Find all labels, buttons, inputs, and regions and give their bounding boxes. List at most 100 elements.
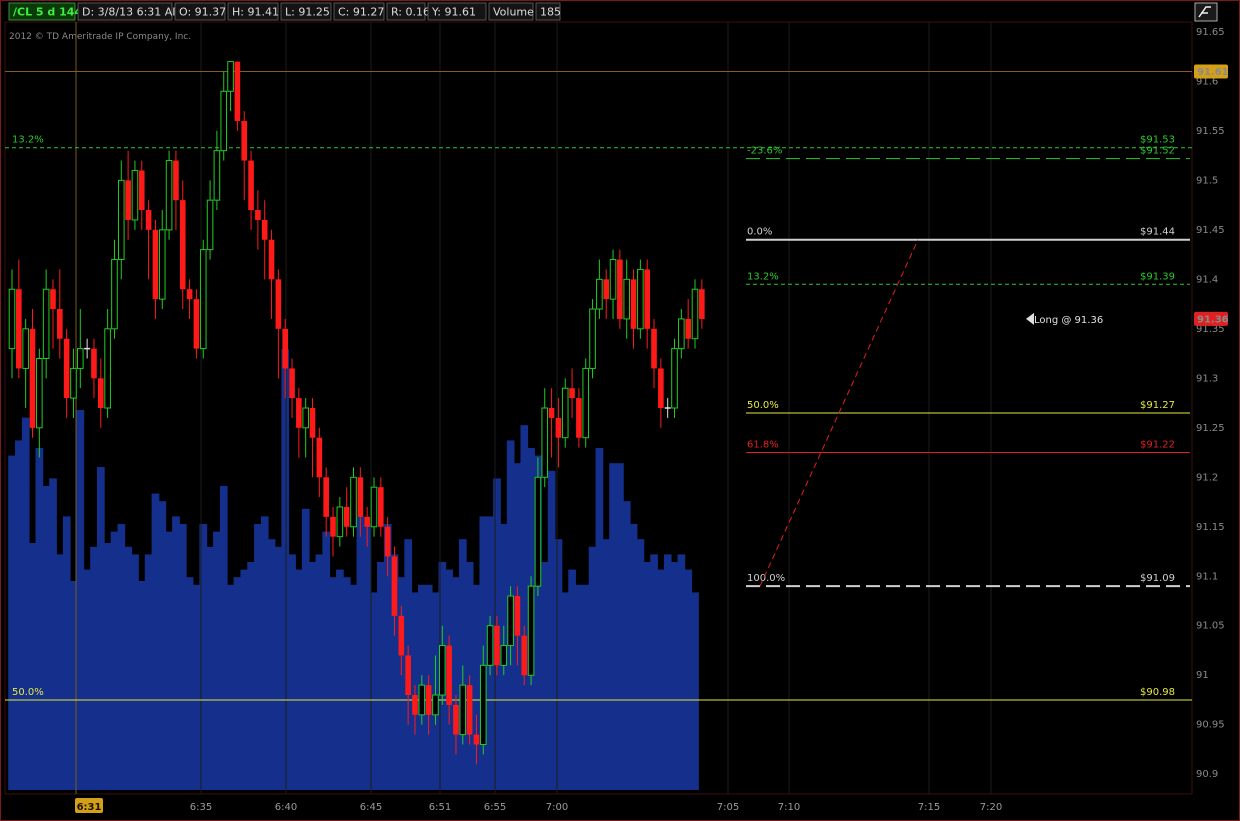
fib-percent-label: 50.0%	[12, 687, 44, 698]
volume-bar	[158, 501, 167, 790]
candle-body-down	[644, 269, 650, 329]
time-tick: 6:40	[275, 802, 297, 813]
time-tick: 7:10	[778, 802, 800, 813]
candle-body-up	[623, 278, 631, 320]
candle-body-down	[357, 477, 364, 517]
candle-body-down	[514, 596, 521, 636]
price-tick: 91.05	[1196, 621, 1225, 632]
header-field: R: 0.16	[391, 6, 430, 19]
volume-bar	[137, 581, 146, 790]
candle-body-down	[555, 417, 562, 438]
candle-body-up	[8, 288, 16, 350]
volume-bar	[117, 524, 126, 790]
candle-body-down	[364, 516, 370, 527]
volume-bar	[247, 562, 255, 790]
volume-bar	[151, 493, 160, 790]
candle-body-up	[42, 288, 50, 360]
drawing-tool-button[interactable]	[1194, 2, 1218, 22]
volume-bar	[233, 577, 242, 790]
candle-body-up	[637, 268, 644, 330]
time-tick: 7:05	[717, 802, 739, 813]
candle-body-down	[234, 61, 241, 121]
price-tick: 90.95	[1196, 720, 1225, 731]
candle-body-down	[603, 279, 610, 300]
candle-body-up	[671, 348, 678, 409]
volume-bar	[643, 562, 652, 790]
fib-price-label: $90.98	[1140, 687, 1175, 698]
candle-body-up	[582, 367, 590, 439]
volume-bar	[8, 455, 16, 790]
candle-body-up	[432, 694, 439, 716]
volume-bar	[42, 486, 51, 790]
candle-body-down	[699, 289, 705, 319]
candle-body-down	[630, 279, 637, 329]
volume-bar	[561, 592, 570, 790]
volume-bar	[663, 554, 672, 790]
candle-body-down	[125, 180, 131, 220]
candle-body-up	[418, 684, 426, 716]
candle-body-down	[323, 477, 329, 517]
price-tick: 91.2	[1196, 472, 1218, 483]
candle-body-down	[152, 229, 159, 300]
volume-bar	[609, 463, 617, 790]
header-field: D: 3/8/13 6:31 AM	[82, 6, 182, 19]
candle-body-up	[70, 367, 77, 399]
candle-body-down	[651, 328, 657, 369]
volume-bar	[96, 467, 105, 790]
volume-bar	[657, 569, 665, 790]
candle-body-up	[199, 249, 207, 350]
price-tag-label: 91.36	[1197, 314, 1229, 325]
candle-body-down	[391, 556, 398, 616]
candle-body-down	[521, 635, 528, 676]
volume-bar	[226, 584, 235, 790]
candle-body-down	[466, 685, 473, 735]
fib-percent-label: 0.0%	[747, 227, 772, 238]
candle-body-down	[446, 645, 452, 705]
candle-body-up	[36, 358, 43, 429]
candle-body-up	[220, 90, 228, 152]
time-tick: 6:35	[190, 802, 212, 813]
candle-body-down	[384, 526, 391, 557]
volume-bar	[301, 508, 310, 790]
candle-body-down	[494, 625, 500, 666]
volume-bar	[568, 569, 576, 790]
candle-body-up	[350, 476, 357, 528]
volume-bar	[185, 577, 194, 790]
candle-body-down	[282, 328, 288, 369]
candle-body-down	[617, 259, 623, 319]
candle-body-down	[248, 160, 254, 211]
volume-bar	[219, 486, 228, 790]
volume-bar	[124, 546, 133, 790]
candle-body-up	[213, 150, 221, 201]
volume-bar	[131, 554, 139, 790]
volume-bar	[62, 516, 71, 790]
price-tick: 91.65	[1196, 27, 1225, 38]
volume-bar	[520, 425, 529, 790]
candle-body-up	[111, 259, 118, 330]
candle-body-up	[486, 625, 494, 666]
candle-body-down	[569, 388, 575, 399]
volume-bar	[274, 546, 283, 790]
volume-bar	[315, 554, 324, 790]
candle-body-up	[117, 179, 125, 261]
volume-bar	[622, 501, 631, 790]
header-field: C: 91.27	[338, 6, 384, 19]
candle-body-up	[438, 645, 446, 696]
header-field: L: 91.25	[285, 6, 330, 19]
price-tick: 91.55	[1196, 126, 1225, 137]
volume-bar	[670, 562, 679, 790]
volume-bar	[329, 577, 337, 790]
candle-body-down	[296, 398, 302, 428]
header-field: 185	[540, 6, 561, 19]
volume-bar	[172, 516, 180, 790]
candle-body-down	[173, 160, 179, 201]
fib-price-label: $91.09	[1140, 573, 1175, 584]
time-tick: 6:45	[360, 802, 382, 813]
time-tag-label: 6:31	[77, 802, 102, 813]
candle-body-down	[398, 615, 405, 656]
price-tick: 91	[1196, 670, 1209, 681]
copyright-text: 2012 © TD Ameritrade IP Company, Inc.	[9, 32, 191, 42]
volume-bar	[547, 470, 556, 790]
fib-percent-label: 100.0%	[747, 573, 785, 584]
header-field: O: 91.37	[179, 6, 226, 19]
